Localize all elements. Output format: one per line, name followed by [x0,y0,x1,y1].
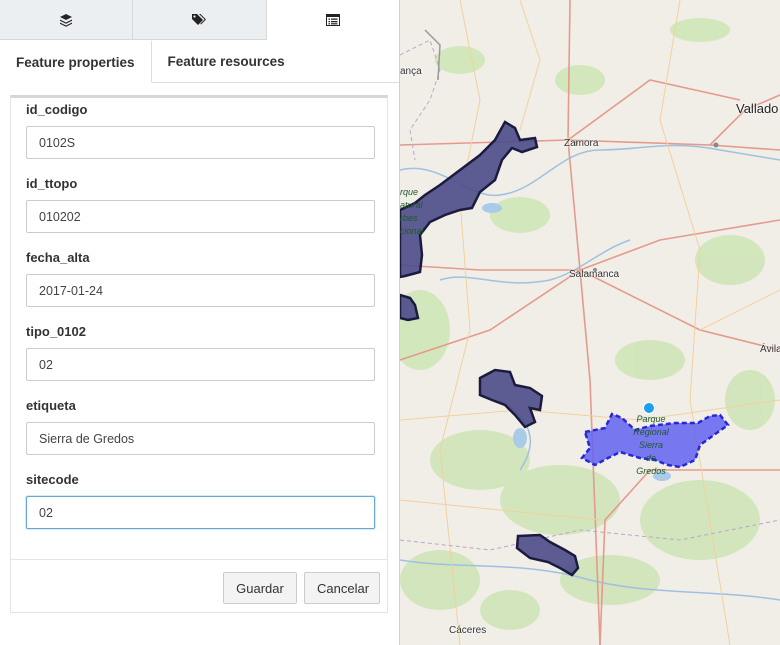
layers-icon [60,13,73,27]
park-label-line: rque [400,187,419,197]
location-point[interactable] [643,402,655,414]
field-fecha-alta: fecha_alta [26,250,375,307]
tab-feature-resources[interactable]: Feature resources [152,40,301,83]
feature-form: id_codigo id_ttopo fecha_alta tipo_0102 … [26,102,375,546]
city-label-salamanca: Salamanca [569,269,620,280]
panel-footer-divider [11,559,387,560]
sidebar: Feature properties Feature resources id_… [0,0,400,645]
fecha-alta-input[interactable] [26,274,375,307]
tab-layers[interactable] [0,0,134,40]
map-view[interactable]: Zamora Vallado Salamanca Ávila Cáceres a… [400,0,780,645]
tab-tags[interactable] [133,0,267,40]
list-alt-icon [325,13,340,26]
park-label-line: cional [400,226,424,236]
city-label-valladolid: Vallado [736,101,779,116]
park-label-gredos: Parque Regional Sierra de Gredos [630,413,672,478]
park-label-line: Regional [633,427,669,437]
field-id-ttopo: id_ttopo [26,176,375,233]
fecha-alta-label: fecha_alta [26,250,90,265]
id-ttopo-input[interactable] [26,200,375,233]
sub-tabs: Feature properties Feature resources [0,40,399,83]
field-tipo-0102: tipo_0102 [26,324,375,381]
park-label-line: rbes [400,213,418,223]
etiqueta-label: etiqueta [26,398,76,413]
park-label-line: Sierra [638,440,663,450]
tab-feature-properties[interactable]: Feature properties [0,40,152,83]
tipo-0102-input[interactable] [26,348,375,381]
tags-icon [192,13,207,25]
id-codigo-input[interactable] [26,126,375,159]
park-label-line: Parque [636,414,666,424]
top-tabs [0,0,399,40]
park-label-line: de Gredos [636,453,666,476]
cancel-button[interactable]: Cancelar [304,572,380,604]
park-label-left: rque atural rbes cional [400,186,424,238]
save-button[interactable]: Guardar [223,572,297,604]
park-label-line: atural [400,200,423,210]
field-etiqueta: etiqueta [26,398,375,455]
tipo-0102-label: tipo_0102 [26,324,86,339]
field-id-codigo: id_codigo [26,102,375,159]
city-label-avila: Ávila [760,344,780,355]
etiqueta-input[interactable] [26,422,375,455]
feature-properties-panel: id_codigo id_ttopo fecha_alta tipo_0102 … [10,95,388,613]
city-label-zamora: Zamora [564,138,599,149]
sitecode-input[interactable] [26,496,375,529]
id-ttopo-label: id_ttopo [26,176,78,191]
sitecode-label: sitecode [26,472,79,487]
city-label-caceres: Cáceres [449,625,487,636]
id-codigo-label: id_codigo [26,102,88,117]
city-label-fragment: ança [400,66,422,77]
vegetation-patches [400,18,775,630]
field-sitecode: sitecode [26,472,375,529]
map-canvas[interactable] [400,0,780,645]
tab-feature-info[interactable] [266,0,399,40]
